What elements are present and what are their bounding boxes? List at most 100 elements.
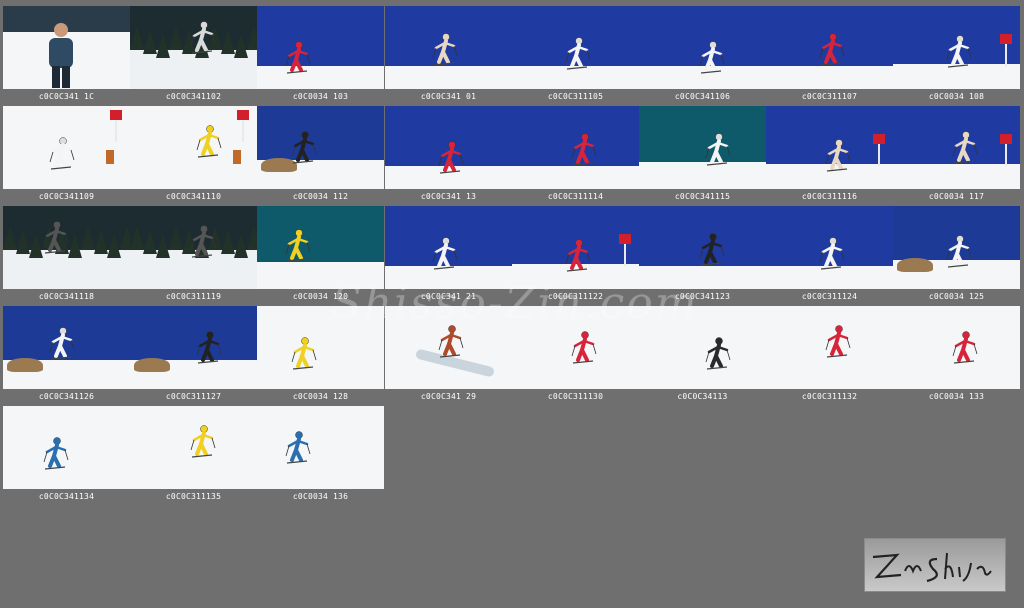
photo-thumbnail[interactable]: c0C0C311116 <box>766 106 893 203</box>
thumbnail-image <box>130 306 257 389</box>
photo-thumbnail[interactable]: c0C0034 128 <box>257 306 384 403</box>
thumbnail-image <box>3 406 130 489</box>
thumbnail-caption: c0C0034 133 <box>928 392 985 401</box>
photo-thumbnail[interactable]: c0C0C341102 <box>130 6 257 103</box>
photo-thumbnail[interactable]: c0C0C341115 <box>639 106 766 203</box>
photo-thumbnail[interactable]: c0C0C341123 <box>639 206 766 303</box>
thumbnail-image <box>257 6 384 89</box>
photo-thumbnail[interactable]: c0C0034 108 <box>893 6 1020 103</box>
thumbnail-caption: c0C0C341 13 <box>420 192 477 201</box>
photo-thumbnail[interactable]: c0C0C311107 <box>766 6 893 103</box>
photo-thumbnail[interactable]: c0C0034 125 <box>893 206 1020 303</box>
thumbnail-image <box>766 106 893 189</box>
thumbnail-caption: c0C0034 136 <box>292 492 349 501</box>
thumbnail-caption: c0C0C311135 <box>165 492 222 501</box>
skier-figure <box>43 220 69 256</box>
photo-thumbnail[interactable]: c0C0C311105 <box>512 6 639 103</box>
photo-thumbnail[interactable]: c0C0C311135 <box>130 406 257 503</box>
thumbnail-caption: c0C0C341109 <box>38 192 95 201</box>
thumbnail-image <box>766 306 893 389</box>
thumbnail-image <box>766 206 893 289</box>
thumbnail-caption: c0C0034 120 <box>292 292 349 301</box>
thumbnail-caption: c0C0C341110 <box>165 192 222 201</box>
skier-figure <box>565 36 591 72</box>
photo-thumbnail[interactable]: c0C0C311124 <box>766 206 893 303</box>
photo-thumbnail[interactable]: c0C0C311130 <box>512 306 639 403</box>
photo-thumbnail[interactable]: c0C0C341110 <box>130 106 257 203</box>
thumbnail-caption: c0C0C311105 <box>547 92 604 101</box>
photo-thumbnail[interactable]: c0C0C341 29 <box>385 306 512 403</box>
thumbnail-image <box>257 306 384 389</box>
thumbnail-caption: c0C0C34113 <box>677 392 728 401</box>
skier-figure <box>190 224 216 260</box>
thumbnail-image <box>893 306 1020 389</box>
skier-figure <box>825 138 851 174</box>
skier-figure <box>438 324 464 360</box>
photo-thumbnail[interactable]: c0C0C341109 <box>3 106 130 203</box>
thumbnail-caption: c0C0034 112 <box>292 192 349 201</box>
photo-thumbnail[interactable]: c0C0C341 01 <box>385 6 512 103</box>
person-figure <box>41 20 81 89</box>
thumbnail-caption: c0C0034 125 <box>928 292 985 301</box>
thumbnail-caption: c0C0C341 21 <box>420 292 477 301</box>
photo-thumbnail[interactable]: c0C0C311127 <box>130 306 257 403</box>
thumbnail-image <box>385 206 512 289</box>
photo-thumbnail[interactable]: c0C0C341134 <box>3 406 130 503</box>
skier-figure <box>819 236 845 272</box>
thumbnail-image <box>130 206 257 289</box>
thumbnail-caption: c0C0034 117 <box>928 192 985 201</box>
thumbnail-caption: c0C0034 108 <box>928 92 985 101</box>
photo-thumbnail[interactable]: c0C0C341126 <box>3 306 130 403</box>
skier-figure <box>705 132 731 168</box>
thumbnail-image <box>512 206 639 289</box>
skier-figure <box>432 236 458 272</box>
thumbnail-image <box>3 306 130 389</box>
photo-thumbnail[interactable]: c0C0C311122 <box>512 206 639 303</box>
thumbnail-image <box>130 106 257 189</box>
skier-figure <box>819 32 845 68</box>
thumbnail-caption: c0C0034 103 <box>292 92 349 101</box>
signature-logo <box>864 538 1006 592</box>
thumbnail-caption: c0C0C341 01 <box>420 92 477 101</box>
thumbnail-image <box>639 6 766 89</box>
contact-sheet-grid: c0C0C341 1C c0C0C341102 c0C0034 103 c0C0… <box>0 0 1024 520</box>
thumbnail-image <box>512 6 639 89</box>
thumbnail-image <box>639 206 766 289</box>
photo-thumbnail[interactable]: c0C0C341118 <box>3 206 130 303</box>
photo-thumbnail[interactable]: c0C0C341 13 <box>385 106 512 203</box>
skier-figure <box>952 330 978 366</box>
thumbnail-caption: c0C0C311122 <box>547 292 604 301</box>
thumbnail-caption: c0C0C341 29 <box>420 392 477 401</box>
thumbnail-image <box>257 206 384 289</box>
thumbnail-caption: c0C0C311124 <box>801 292 858 301</box>
photo-thumbnail[interactable]: c0C0C311119 <box>130 206 257 303</box>
photo-thumbnail[interactable]: c0C0C311132 <box>766 306 893 403</box>
photo-thumbnail[interactable]: c0C0034 133 <box>893 306 1020 403</box>
thumbnail-image <box>766 6 893 89</box>
thumbnail-image <box>893 106 1020 189</box>
thumbnail-caption: c0C0C311127 <box>165 392 222 401</box>
photo-thumbnail[interactable]: c0C0034 103 <box>257 6 384 103</box>
skier-figure <box>432 32 458 68</box>
photo-thumbnail[interactable]: c0C0C341 1C <box>3 6 130 103</box>
skier-figure <box>291 336 317 372</box>
thumbnail-caption: c0C0034 128 <box>292 392 349 401</box>
photo-thumbnail[interactable]: c0C0034 117 <box>893 106 1020 203</box>
photo-thumbnail[interactable]: c0C0C311114 <box>512 106 639 203</box>
photo-thumbnail[interactable]: c0C0C341106 <box>639 6 766 103</box>
thumbnail-caption: c0C0C311130 <box>547 392 604 401</box>
photo-thumbnail[interactable]: c0C0034 120 <box>257 206 384 303</box>
photo-thumbnail[interactable]: c0C0C34113 <box>639 306 766 403</box>
skier-figure <box>565 238 591 274</box>
thumbnail-image <box>3 6 130 89</box>
skier-figure <box>699 232 725 268</box>
skier-figure <box>285 430 311 466</box>
skier-figure <box>49 136 75 172</box>
skier-figure <box>571 132 597 168</box>
photo-thumbnail[interactable]: c0C0034 136 <box>257 406 384 503</box>
photo-thumbnail[interactable]: c0C0034 112 <box>257 106 384 203</box>
thumbnail-image <box>385 306 512 389</box>
skier-figure <box>291 130 317 166</box>
thumbnail-image <box>130 6 257 89</box>
photo-thumbnail[interactable]: c0C0C341 21 <box>385 206 512 303</box>
